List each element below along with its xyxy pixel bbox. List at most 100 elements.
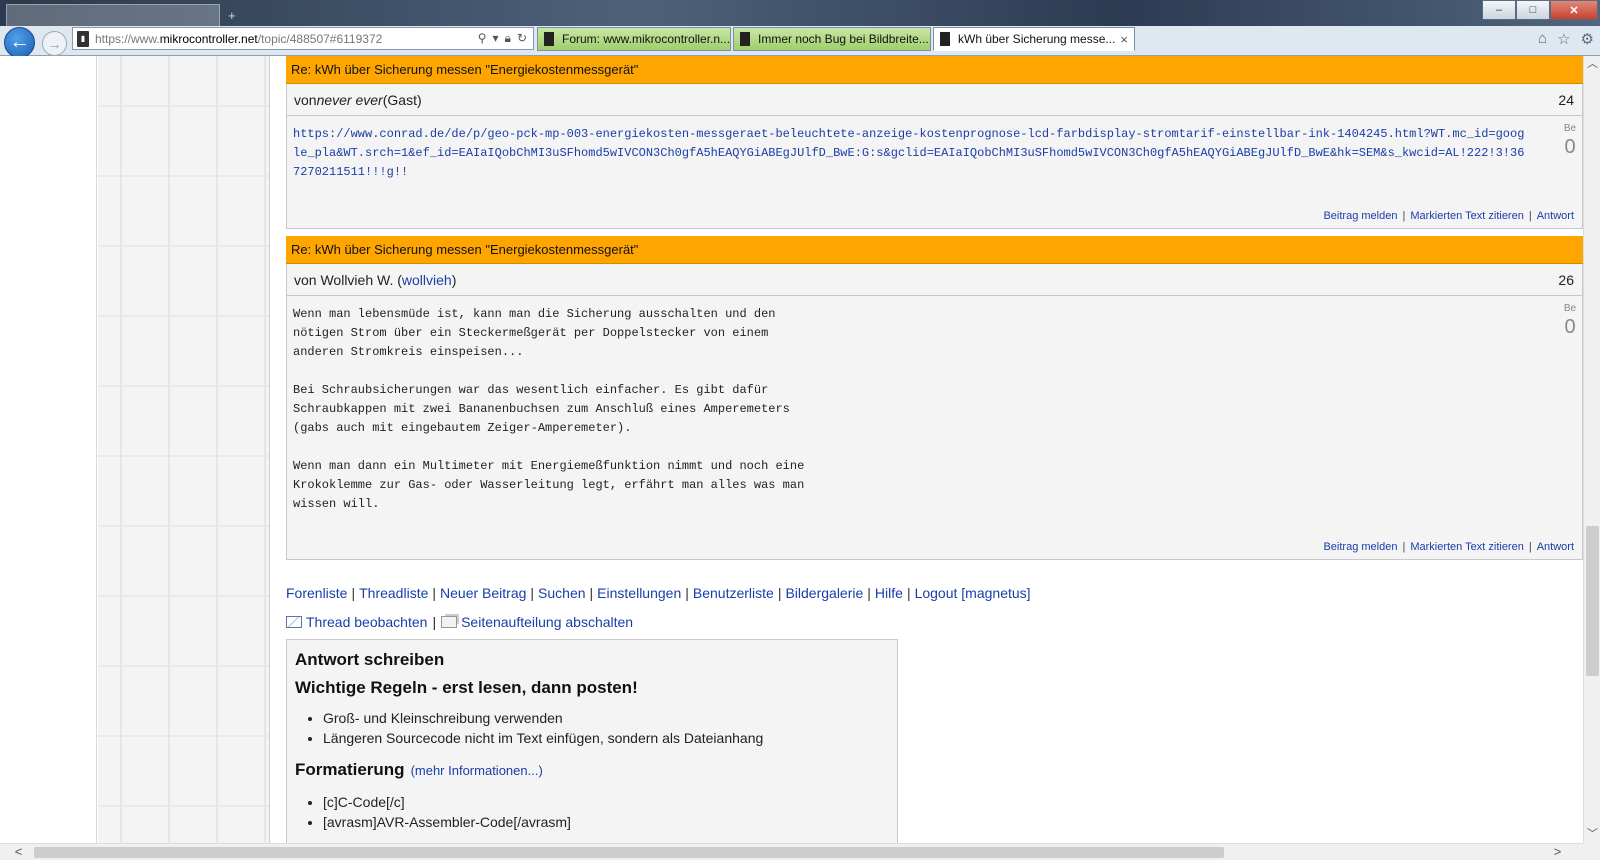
nav-einstellungen[interactable]: Einstellungen	[597, 585, 681, 601]
tab-bug-report[interactable]: Immer noch Bug bei Bildbreite...	[733, 27, 931, 51]
navigation-bar: ← → ▮ https://www.mikrocontroller.net/to…	[0, 26, 1600, 56]
post-title: Re: kWh über Sicherung messen "Energieko…	[286, 56, 1583, 84]
star-icon[interactable]: ☆	[1557, 30, 1570, 48]
post-number[interactable]: 26	[1558, 272, 1574, 288]
back-icon: ←	[9, 31, 30, 53]
post-26: Re: kWh über Sicherung messen "Energieko…	[286, 236, 1583, 560]
horizontal-scroll-thumb[interactable]	[34, 847, 1224, 858]
tab-favicon-icon	[544, 32, 554, 46]
post-actions: Beitrag melden | Markierten Text zitieren |…	[1323, 541, 1574, 553]
reply-link[interactable]: Antwort	[1537, 541, 1574, 553]
scroll-up-icon[interactable]: ︿	[1584, 56, 1600, 73]
forward-button[interactable]: →	[42, 31, 67, 56]
background-window-tab	[6, 4, 220, 26]
nav-logout[interactable]: Logout [magnetus]	[915, 585, 1031, 601]
post-number[interactable]: 24	[1558, 92, 1574, 108]
scroll-left-icon[interactable]: <	[10, 844, 27, 860]
more-info-link[interactable]: (mehr Informationen...)	[411, 763, 543, 778]
pages-icon	[441, 616, 458, 628]
close-tab-icon[interactable]: ×	[1120, 32, 1134, 47]
formatting-list: [c]C-Code[/c] [avrasm]AVR-Assembler-Code…	[323, 792, 889, 832]
new-tab-icon[interactable]: +	[228, 8, 236, 23]
nav-benutzerliste[interactable]: Benutzerliste	[693, 585, 774, 601]
author-suffix: (Gast)	[382, 91, 422, 108]
vertical-scrollbar[interactable]: ︿ ﹀	[1583, 56, 1600, 843]
reply-link[interactable]: Antwort	[1537, 210, 1574, 222]
window-buttons: – □ ✕	[1482, 0, 1598, 20]
separator: |	[1402, 210, 1406, 222]
post-link[interactable]: https://www.conrad.de/de/p/geo-pck-mp-00…	[287, 116, 1532, 191]
separator: |	[351, 585, 356, 601]
scrollbar-corner	[1583, 843, 1600, 860]
address-bar[interactable]: ▮ https://www.mikrocontroller.net/topic/…	[72, 27, 534, 50]
envelope-icon	[286, 616, 302, 628]
quote-text-link[interactable]: Markierten Text zitieren	[1410, 541, 1524, 553]
rules-list: Groß- und Kleinschreibung verwenden Läng…	[323, 708, 889, 748]
author-prefix: von Wollvieh W. (	[294, 271, 402, 288]
disable-pagination-link[interactable]: Seitenaufteilung abschalten	[461, 614, 633, 630]
reply-title: Antwort schreiben	[295, 650, 445, 669]
list-item: [avrasm]AVR-Assembler-Code[/avrasm]	[323, 812, 889, 832]
separator: |	[1402, 541, 1406, 553]
close-window-button[interactable]: ✕	[1550, 0, 1598, 20]
list-item: Groß- und Kleinschreibung verwenden	[323, 708, 889, 728]
scroll-down-icon[interactable]: ﹀	[1584, 826, 1600, 843]
minimize-button[interactable]: –	[1482, 0, 1516, 20]
address-bar-icons: ⚲ ▾ 🔒︎ ↻	[478, 31, 533, 46]
forward-icon: →	[47, 35, 62, 52]
rating-label: Be	[1563, 303, 1577, 314]
back-button[interactable]: ←	[4, 27, 35, 56]
separator: |	[685, 585, 689, 601]
nav-suchen[interactable]: Suchen	[538, 585, 585, 601]
list-item: Längeren Sourcecode nicht im Text einfüg…	[323, 728, 889, 748]
page-viewport: Re: kWh über Sicherung messen "Energieko…	[0, 56, 1583, 843]
lock-icon[interactable]: 🔒︎	[505, 31, 511, 46]
rating-value: 0	[1564, 136, 1576, 158]
browser-chrome: + – □ ✕ ← → ▮ https://www.mikrocontrolle…	[0, 0, 1600, 56]
separator: |	[432, 614, 437, 630]
maximize-button[interactable]: □	[1516, 0, 1550, 20]
tab-kwh-thread[interactable]: kWh über Sicherung messe... ×	[933, 27, 1135, 51]
author-name: never ever	[316, 91, 383, 108]
tab-favicon-icon	[940, 32, 950, 46]
separator: |	[1528, 541, 1532, 553]
post-24: Re: kWh über Sicherung messen "Energieko…	[286, 56, 1583, 229]
site-favicon-icon: ▮	[77, 30, 89, 47]
search-icon[interactable]: ⚲	[478, 31, 487, 46]
separator: |	[589, 585, 594, 601]
toolbar-icons: ⌂ ☆ ⚙	[1538, 30, 1594, 48]
nav-hilfe[interactable]: Hilfe	[875, 585, 903, 601]
nav-forenliste[interactable]: Forenliste	[286, 585, 347, 601]
refresh-icon[interactable]: ↻	[517, 31, 527, 46]
vertical-scroll-thumb[interactable]	[1586, 526, 1599, 676]
report-post-link[interactable]: Beitrag melden	[1323, 210, 1397, 222]
gear-icon[interactable]: ⚙	[1581, 30, 1594, 48]
post-actions: Beitrag melden | Markierten Text zitieren |…	[1323, 210, 1574, 222]
separator: |	[906, 585, 911, 601]
author-profile-link[interactable]: wollvieh	[402, 272, 452, 288]
tab-forum[interactable]: Forum: www.mikrocontroller.n...	[537, 27, 731, 51]
nav-bildergalerie[interactable]: Bildergalerie	[785, 585, 863, 601]
report-post-link[interactable]: Beitrag melden	[1323, 541, 1397, 553]
author-prefix: von	[294, 91, 317, 108]
separator: |	[432, 585, 437, 601]
quote-text-link[interactable]: Markierten Text zitieren	[1410, 210, 1524, 222]
home-icon[interactable]: ⌂	[1538, 30, 1547, 48]
tab-favicon-icon	[740, 32, 750, 46]
separator: |	[777, 585, 782, 601]
watch-thread-link[interactable]: Thread beobachten	[306, 614, 427, 630]
nav-neuer-beitrag[interactable]: Neuer Beitrag	[440, 585, 526, 601]
scroll-right-icon[interactable]: >	[1549, 844, 1566, 860]
author-suffix: )	[451, 271, 457, 288]
nav-threadliste[interactable]: Threadliste	[359, 585, 428, 601]
left-gutter	[0, 56, 97, 843]
url-path: /topic/488507#6119372	[257, 31, 383, 46]
tab-title: Forum: www.mikrocontroller.n...	[562, 32, 731, 46]
tab-title: Immer noch Bug bei Bildbreite...	[758, 32, 929, 46]
url-text[interactable]: https://www.mikrocontroller.net/topic/48…	[95, 32, 382, 46]
horizontal-scrollbar[interactable]: < >	[0, 843, 1583, 860]
title-bar: + – □ ✕	[0, 0, 1600, 27]
dropdown-icon[interactable]: ▾	[493, 31, 499, 46]
list-item: [c]C-Code[/c]	[323, 792, 889, 812]
url-domain: mikrocontroller.net	[159, 31, 258, 46]
